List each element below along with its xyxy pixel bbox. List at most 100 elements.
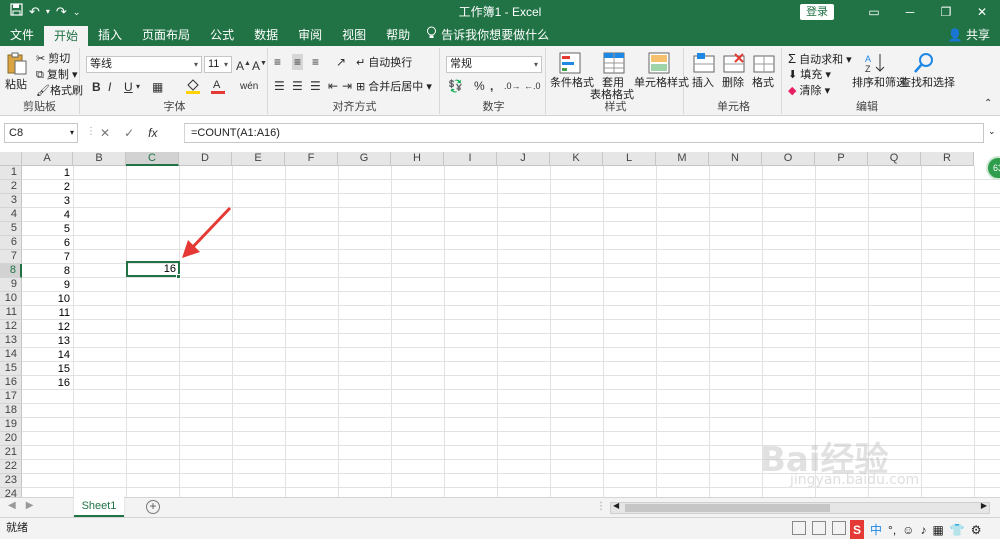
sheet-nav-arrows[interactable]: ◀▶ (8, 500, 43, 511)
orientation-icon[interactable]: ↗ (336, 54, 346, 70)
column-header-o[interactable]: O (762, 152, 815, 166)
cell-a1[interactable]: 1 (22, 166, 73, 180)
column-header-d[interactable]: D (179, 152, 232, 166)
cell-a14[interactable]: 14 (22, 348, 73, 362)
name-box[interactable]: C8 ▾ (4, 123, 78, 143)
row-header-3[interactable]: 3 (0, 194, 22, 208)
row-header-17[interactable]: 17 (0, 390, 22, 404)
tab-file[interactable]: 文件 (0, 24, 44, 46)
column-header-n[interactable]: N (709, 152, 762, 166)
format-cells-button[interactable]: 格式 (750, 52, 778, 102)
settings-icon[interactable]: ⚙ (971, 520, 982, 539)
sheet-tab-sheet1[interactable]: Sheet1 (74, 497, 124, 517)
row-header-19[interactable]: 19 (0, 418, 22, 432)
cell-a16[interactable]: 16 (22, 376, 73, 390)
cell-a3[interactable]: 3 (22, 194, 73, 208)
column-header-b[interactable]: B (73, 152, 126, 166)
row-header-7[interactable]: 7 (0, 250, 22, 264)
worksheet-grid[interactable]: ABCDEFGHIJKLMNOPQR 1 2 3 4 5 6 7 8 9 10 11 12 13 14 15… (0, 152, 1000, 497)
conditional-formatting-button[interactable]: 条件格式 (550, 52, 594, 102)
row-header-8[interactable]: 8 (0, 264, 22, 278)
scroll-left-icon[interactable]: ◀ (613, 501, 619, 510)
align-right-icon[interactable]: ☰ (310, 78, 321, 94)
italic-button[interactable]: I (108, 79, 111, 95)
currency-icon[interactable]: 💱 (448, 78, 463, 94)
cut-button[interactable]: ✂ 剪切 (36, 52, 70, 66)
font-name-select[interactable]: 等线 ▾ (86, 56, 202, 73)
comma-button[interactable]: , (490, 78, 493, 94)
row-header-10[interactable]: 10 (0, 292, 22, 306)
chinese-input-icon[interactable]: 中 (870, 520, 882, 539)
tab-split-grip-icon[interactable]: ⋮ (596, 501, 606, 512)
tab-data[interactable]: 数据 (244, 24, 288, 46)
share-button[interactable]: 👤 共享 (948, 24, 990, 46)
insert-function-icon[interactable]: fx (148, 126, 157, 140)
delete-cells-button[interactable]: 删除 (720, 52, 748, 102)
row-header-1[interactable]: 1 (0, 166, 22, 180)
row-header-15[interactable]: 15 (0, 362, 22, 376)
increase-decimal-icon[interactable]: .0→ (504, 78, 521, 94)
row-header-4[interactable]: 4 (0, 208, 22, 222)
row-header-13[interactable]: 13 (0, 334, 22, 348)
row-header-20[interactable]: 20 (0, 432, 22, 446)
format-painter-button[interactable]: 🖌格式刷 (36, 84, 83, 98)
tab-home[interactable]: 开始 (44, 26, 89, 46)
row-header-5[interactable]: 5 (0, 222, 22, 236)
punctuation-icon[interactable]: °, (888, 520, 896, 539)
tab-page-layout[interactable]: 页面布局 (132, 24, 200, 46)
insert-cells-button[interactable]: 插入 (690, 52, 718, 102)
percent-button[interactable]: % (474, 78, 485, 94)
column-header-a[interactable]: A (22, 152, 73, 166)
decrease-decimal-icon[interactable]: ←.0 (524, 78, 541, 94)
fill-color-icon[interactable] (184, 77, 202, 99)
font-size-select[interactable]: 11 ▾ (204, 56, 232, 73)
undo-icon[interactable]: ↶ (29, 0, 40, 24)
row-header-16[interactable]: 16 (0, 376, 22, 390)
increase-font-icon[interactable]: A▲ (236, 56, 251, 74)
login-button[interactable]: 登录 (800, 4, 834, 20)
customize-qat-icon[interactable]: ⌄ (73, 0, 81, 24)
keyboard-icon[interactable]: ▦ (932, 520, 943, 539)
column-header-g[interactable]: G (338, 152, 391, 166)
align-bottom-icon[interactable]: ≡ (312, 54, 319, 70)
confirm-entry-icon[interactable]: ✓ (124, 126, 134, 140)
find-select-button[interactable]: 查找和选择 (900, 52, 955, 102)
underline-dropdown-icon[interactable]: ▾ (136, 79, 140, 95)
cell-styles-button[interactable]: 单元格样式 (634, 52, 689, 102)
decrease-font-icon[interactable]: A▼ (252, 56, 267, 74)
fill-button[interactable]: ⬇ 填充 ▾ (788, 68, 831, 82)
row-header-18[interactable]: 18 (0, 404, 22, 418)
row-header-14[interactable]: 14 (0, 348, 22, 362)
merge-center-button[interactable]: ⊞ 合并后居中 ▾ (356, 80, 432, 94)
formula-input[interactable]: =COUNT(A1:A16) (184, 123, 984, 143)
format-as-table-button[interactable]: 套用 表格格式 (590, 52, 634, 102)
align-center-icon[interactable]: ☰ (292, 78, 303, 94)
cell-c8[interactable]: 16 (127, 262, 179, 276)
number-format-select[interactable]: 常规 ▾ (446, 56, 542, 73)
tab-help[interactable]: 帮助 (376, 24, 420, 46)
cell-a8[interactable]: 8 (22, 264, 73, 278)
column-header-i[interactable]: I (444, 152, 497, 166)
phonetic-icon[interactable]: wén (240, 79, 258, 95)
column-header-h[interactable]: H (391, 152, 444, 166)
bold-button[interactable]: B (92, 79, 101, 95)
cell-a6[interactable]: 6 (22, 236, 73, 250)
normal-view-icon[interactable] (792, 521, 806, 535)
cell-a5[interactable]: 5 (22, 222, 73, 236)
increase-indent-icon[interactable]: ⇥ (342, 78, 352, 94)
row-header-24[interactable]: 24 (0, 488, 22, 497)
cell-a10[interactable]: 10 (22, 292, 73, 306)
cell-a2[interactable]: 2 (22, 180, 73, 194)
column-header-l[interactable]: L (603, 152, 656, 166)
column-header-p[interactable]: P (815, 152, 868, 166)
cancel-entry-icon[interactable]: ✕ (100, 126, 110, 140)
page-break-view-icon[interactable] (832, 521, 846, 535)
expand-formula-bar-icon[interactable]: ⌄ (988, 126, 996, 137)
row-header-9[interactable]: 9 (0, 278, 22, 292)
row-header-12[interactable]: 12 (0, 320, 22, 334)
column-header-c[interactable]: C (126, 152, 179, 166)
sort-filter-button[interactable]: AZ 排序和筛选 (852, 52, 907, 102)
tell-me-box[interactable]: 告诉我你想要做什么 (426, 24, 549, 46)
row-header-6[interactable]: 6 (0, 236, 22, 250)
undo-dropdown-icon[interactable]: ▾ (46, 0, 50, 24)
